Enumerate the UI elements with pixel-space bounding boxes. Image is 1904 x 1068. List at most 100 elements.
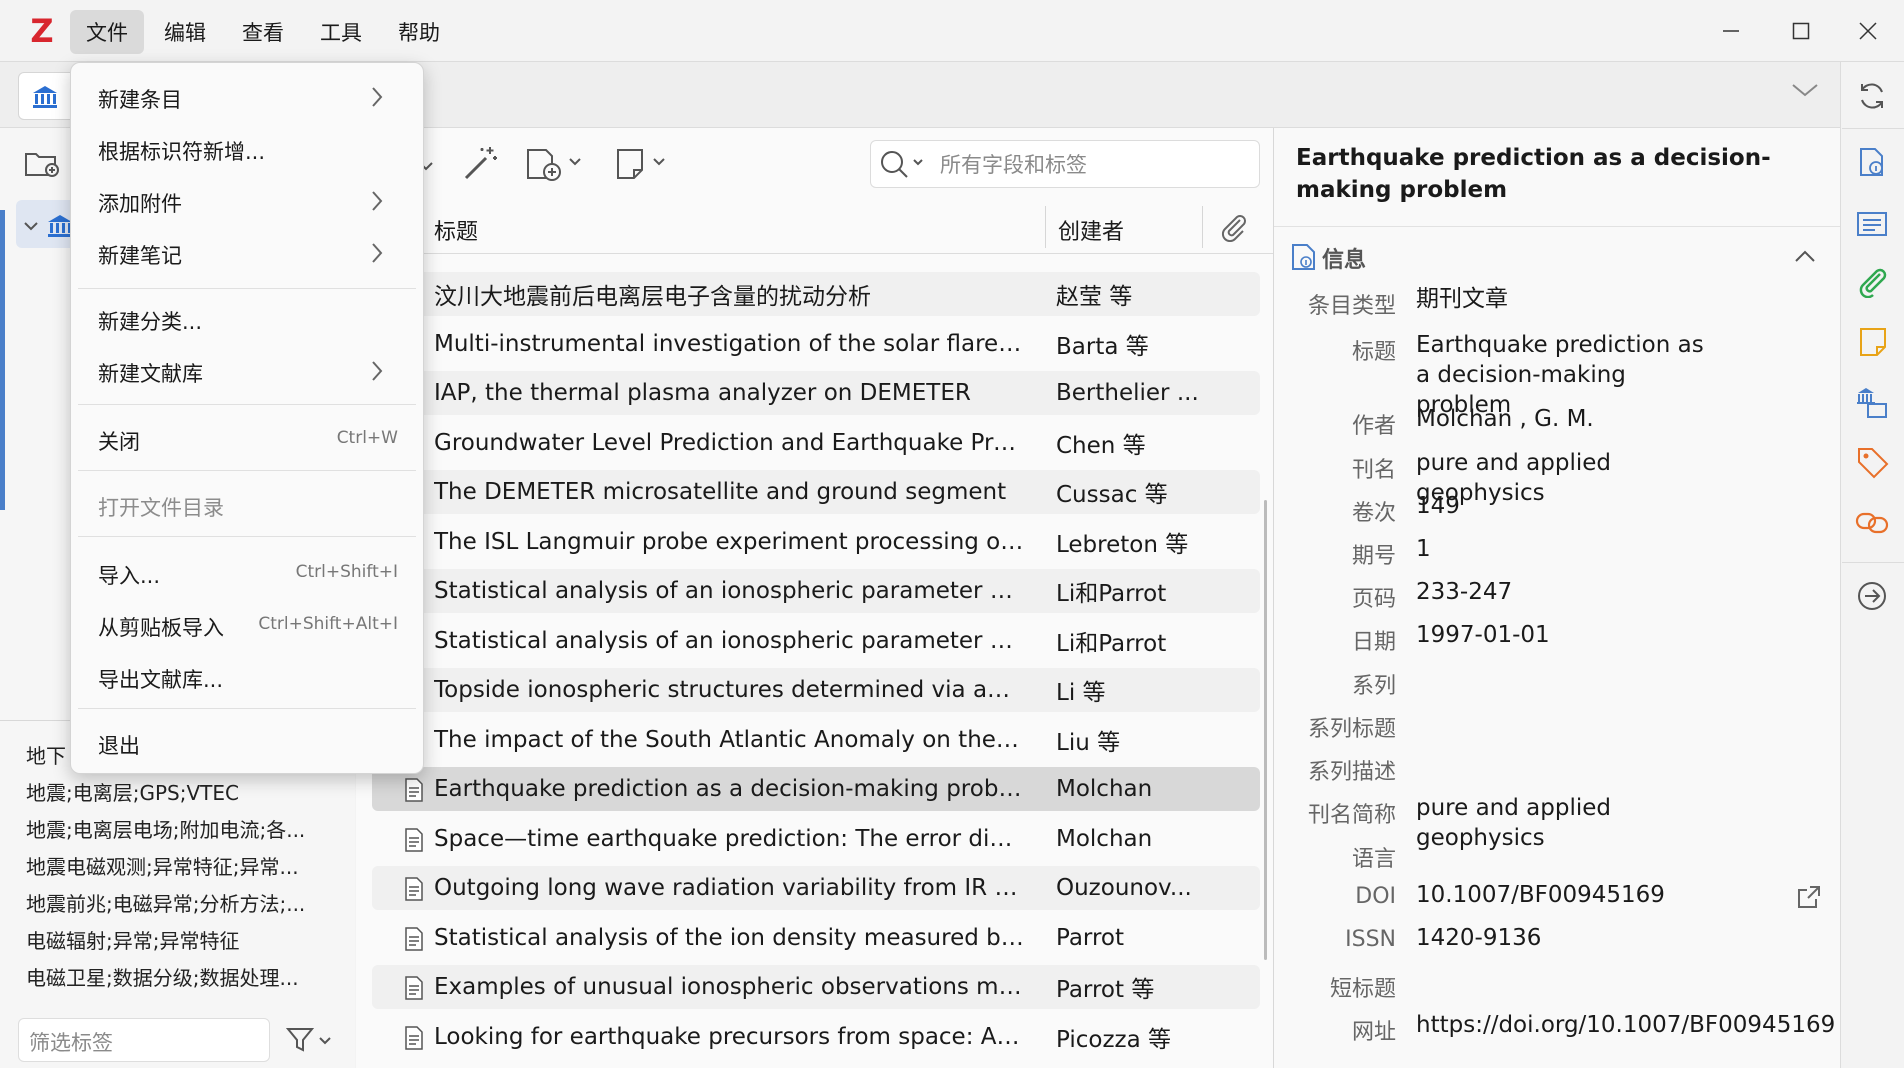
item-title: Statistical analysis of an ionospheric p… [434, 578, 1024, 604]
menu-import[interactable]: 导入... Ctrl+Shift+I [98, 560, 398, 590]
field-value[interactable]: 1 [1416, 534, 1716, 564]
chevron-up-icon[interactable] [1794, 248, 1816, 267]
column-divider[interactable] [1045, 206, 1046, 248]
field-value[interactable]: https://doi.org/10.1007/BF00945169 [1416, 1010, 1835, 1040]
new-collection-icon[interactable] [24, 148, 60, 182]
field-value[interactable]: 期刊文章 [1416, 284, 1716, 314]
field-value[interactable]: 233-247 [1416, 577, 1716, 607]
info-doc-icon[interactable] [1858, 146, 1888, 182]
field-value[interactable]: pure and applied geophysics [1416, 793, 1716, 853]
item-title: Looking for earthquake precursors from s… [434, 1024, 1024, 1050]
locate-icon[interactable] [1856, 580, 1888, 616]
tags-icon[interactable] [1856, 446, 1890, 484]
add-attachment-icon[interactable] [524, 144, 586, 186]
field-label: 短标题 [1329, 977, 1396, 1002]
menu-quit[interactable]: 退出 [98, 730, 398, 760]
field-label: 页码 [1351, 587, 1396, 612]
menu-new-note[interactable]: 新建笔记 [98, 240, 398, 270]
table-row[interactable]: Statistical analysis of an ionospheric p… [372, 569, 1260, 613]
tag-item[interactable]: 地震电磁观测;异常特征;异常... [26, 851, 326, 880]
menu-help[interactable]: 帮助 [382, 10, 456, 54]
menu-export-library[interactable]: 导出文献库... [98, 664, 398, 694]
libraries-collections-icon[interactable] [1854, 384, 1890, 424]
field-label: 系列描述 [1307, 760, 1396, 785]
related-icon[interactable] [1854, 508, 1890, 542]
item-title: The impact of the South Atlantic Anomaly… [434, 727, 1024, 753]
tabs-dropdown-icon[interactable] [1790, 80, 1820, 104]
menu-file[interactable]: 文件 [70, 10, 144, 54]
document-icon [405, 778, 423, 802]
table-row[interactable]: Statistical analysis of an ionospheric p… [372, 619, 1260, 663]
document-icon [405, 927, 423, 951]
abstract-icon[interactable] [1856, 210, 1888, 242]
field-value[interactable]: 10.1007/BF00945169 [1416, 880, 1716, 910]
tag-item[interactable]: 地震前兆;电磁异常;分析方法;... [26, 888, 326, 917]
menu-add-by-identifier[interactable]: 根据标识符新增... [98, 136, 398, 166]
minimize-button[interactable] [1692, 0, 1770, 62]
table-row[interactable]: The DEMETER microsatellite and ground se… [372, 470, 1260, 514]
menu-tools[interactable]: 工具 [304, 10, 378, 54]
field-value[interactable]: Molchan , G. M. [1416, 404, 1716, 434]
table-row[interactable]: Statistical analysis of the ion density … [372, 916, 1260, 960]
chevron-right-icon [370, 190, 384, 216]
table-row[interactable]: Groundwater Level Prediction and Earthqu… [372, 421, 1260, 465]
scrollbar[interactable] [1264, 500, 1267, 960]
table-row[interactable]: Examples of unusual ionospheric observat… [372, 965, 1260, 1009]
table-row[interactable]: The ISL Langmuir probe experiment proces… [372, 520, 1260, 564]
notes-icon[interactable] [1858, 326, 1888, 362]
menu-new-library[interactable]: 新建文献库 [98, 358, 398, 388]
field-value[interactable]: 1997-01-01 [1416, 620, 1716, 650]
item-title: Groundwater Level Prediction and Earthqu… [434, 430, 1024, 456]
table-row[interactable]: Multi-instrumental investigation of the … [372, 322, 1260, 366]
external-link-icon[interactable] [1796, 884, 1822, 914]
chevron-down-icon[interactable] [24, 216, 38, 235]
table-row[interactable]: 汶川大地震前后电离层电子含量的扰动分析 赵莹 等 [372, 272, 1260, 316]
menu-edit[interactable]: 编辑 [148, 10, 222, 54]
field-label: 语言 [1351, 847, 1396, 872]
table-row[interactable]: Outgoing long wave radiation variability… [372, 866, 1260, 910]
new-note-icon[interactable] [614, 146, 670, 186]
column-divider[interactable] [1202, 206, 1203, 248]
field-label: ISSN [1345, 927, 1396, 952]
filter-icon[interactable] [285, 1026, 332, 1058]
maximize-button[interactable] [1762, 0, 1840, 62]
table-row[interactable]: Looking for earthquake precursors from s… [372, 1015, 1260, 1059]
table-row[interactable]: IAP, the thermal plasma analyzer on DEME… [372, 371, 1260, 415]
tag-item[interactable]: 电磁辐射;异常;异常特征 [26, 925, 326, 954]
search-icon[interactable] [878, 148, 928, 184]
item-title: 汶川大地震前后电离层电子含量的扰动分析 [434, 284, 871, 310]
document-icon [405, 828, 423, 852]
item-creator: Li和Parrot [1056, 581, 1167, 607]
menu-close-label: 关闭 [98, 430, 140, 454]
menu-view[interactable]: 查看 [226, 10, 300, 54]
menu-new-collection[interactable]: 新建分类... [98, 306, 398, 336]
close-window-button[interactable] [1832, 0, 1904, 62]
table-row[interactable]: Earthquake prediction as a decision-maki… [372, 767, 1260, 811]
field-label: 系列标题 [1307, 717, 1396, 742]
sync-icon[interactable] [1856, 80, 1888, 116]
menu-add-attachment[interactable]: 添加附件 [98, 188, 398, 218]
table-row[interactable]: Topside ionospheric structures determine… [372, 668, 1260, 712]
column-creator[interactable]: 创建者 [1058, 214, 1124, 246]
column-title[interactable]: 标题 [434, 214, 478, 246]
table-row[interactable]: The impact of the South Atlantic Anomaly… [372, 718, 1260, 762]
tag-item[interactable]: 地震;电离层电场;附加电流;各... [26, 814, 326, 843]
item-creator: Parrot [1056, 925, 1125, 951]
menu-close[interactable]: 关闭 Ctrl+W [98, 426, 398, 456]
attachments-icon[interactable] [1856, 266, 1888, 302]
menu-import-clipboard[interactable]: 从剪贴板导入 Ctrl+Shift+Alt+I [98, 612, 398, 642]
field-label: 期号 [1351, 544, 1396, 569]
tag-filter-input[interactable]: 筛选标签 [18, 1018, 270, 1062]
tag-item[interactable]: 地震;电离层;GPS;VTEC [26, 777, 326, 806]
field-value[interactable]: 149 [1416, 491, 1716, 521]
tag-item[interactable]: 电磁卫星;数据分级;数据处理... [26, 962, 326, 991]
item-creator: Cussac 等 [1056, 482, 1168, 508]
paperclip-icon[interactable] [1218, 212, 1248, 246]
section-title-info: 信息 [1322, 248, 1367, 273]
magic-wand-icon[interactable] [462, 144, 500, 186]
document-icon [405, 976, 423, 1000]
field-value[interactable]: 1420-9136 [1416, 923, 1716, 953]
menu-new-item[interactable]: 新建条目 [98, 84, 398, 114]
table-row[interactable]: Space—time earthquake prediction: The er… [372, 817, 1260, 861]
search-input[interactable]: 所有字段和标签 [940, 140, 1087, 188]
